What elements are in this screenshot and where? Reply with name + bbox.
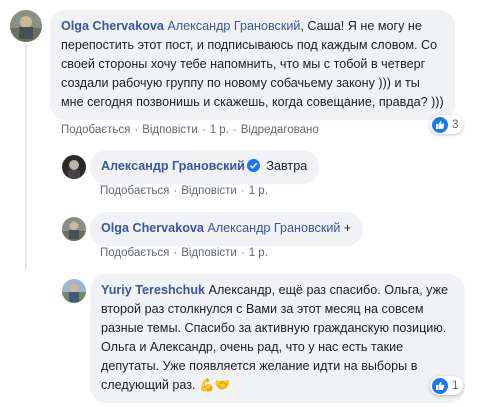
reply-link[interactable]: Відповісти bbox=[181, 247, 237, 259]
like-link[interactable]: Подобається bbox=[100, 247, 169, 259]
comment-mention[interactable]: Александр Грановский bbox=[167, 19, 300, 33]
reply-text: Александр, ещё раз спасибо. Ольга, уже в… bbox=[101, 283, 448, 392]
reply-bubble: Olga Chervakova Александр Грановский + bbox=[90, 212, 364, 246]
reply-link[interactable]: Відповісти bbox=[181, 185, 237, 197]
reaction-count: 1 bbox=[452, 379, 459, 392]
avatar-yuriy[interactable] bbox=[62, 279, 86, 303]
avatar-olga[interactable] bbox=[62, 217, 86, 241]
edited-label[interactable]: Відредаговано bbox=[241, 124, 319, 136]
reply-actions: Подобається · Відповісти · 1 р. bbox=[100, 247, 268, 259]
verified-badge-icon bbox=[246, 159, 260, 172]
like-link[interactable]: Подобається bbox=[61, 124, 130, 136]
timestamp[interactable]: 1 р. bbox=[210, 124, 229, 136]
like-icon bbox=[432, 377, 448, 394]
reaction-count: 3 bbox=[452, 118, 459, 131]
reply-author[interactable]: Александр Грановский bbox=[101, 159, 245, 173]
reply-text: Завтра bbox=[266, 159, 308, 173]
reply-mention[interactable]: Александр Грановский bbox=[207, 221, 340, 235]
comment-actions: Подобається · Відповісти · 1 р. · Відредагован… bbox=[61, 124, 319, 136]
thread-line bbox=[25, 44, 27, 270]
avatar-olga[interactable] bbox=[10, 10, 42, 42]
comment-bubble: Olga Chervakova Александр Грановский, Са… bbox=[50, 10, 455, 120]
reply-author[interactable]: Yuriy Tereshchuk bbox=[101, 283, 205, 297]
reply-author[interactable]: Olga Chervakova bbox=[101, 221, 204, 235]
timestamp[interactable]: 1 р. bbox=[249, 185, 268, 197]
reaction-summary[interactable]: 3 bbox=[430, 115, 464, 134]
avatar-granovsky[interactable] bbox=[62, 155, 86, 179]
reply-actions: Подобається · Відповісти · 1 р. bbox=[100, 185, 268, 197]
reaction-summary[interactable]: 1 bbox=[430, 376, 464, 395]
reply-link[interactable]: Відповісти bbox=[142, 124, 198, 136]
like-link[interactable]: Подобається bbox=[100, 185, 169, 197]
comment-author[interactable]: Olga Chervakova bbox=[61, 19, 164, 33]
reply-text: + bbox=[340, 221, 352, 235]
like-icon bbox=[432, 116, 448, 133]
reply-bubble: Yuriy Tereshchuk Александр, ещё раз спас… bbox=[90, 274, 465, 403]
reply-bubble: Александр Грановский Завтра bbox=[90, 150, 320, 184]
timestamp[interactable]: 1 р. bbox=[249, 247, 268, 259]
